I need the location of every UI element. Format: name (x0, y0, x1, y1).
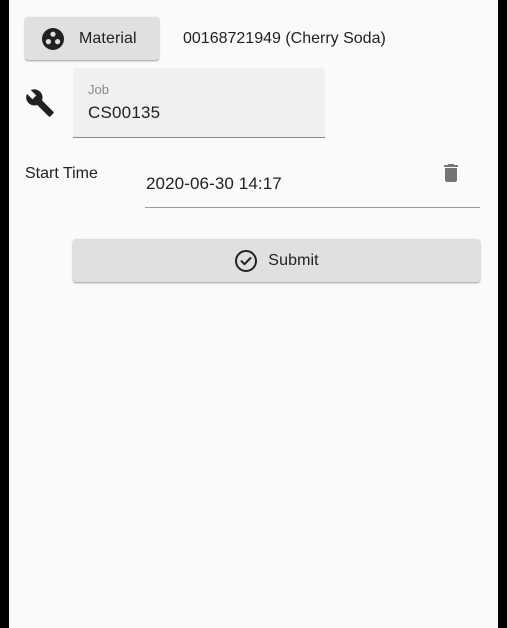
clear-start-time-button[interactable] (436, 160, 466, 190)
material-icon (41, 27, 65, 51)
trash-icon (439, 160, 463, 191)
start-time-value: 2020-06-30 14:17 (146, 174, 282, 193)
submit-button[interactable]: Submit (73, 239, 480, 282)
material-button[interactable]: Material (25, 17, 159, 60)
job-field-value: CS00135 (88, 103, 161, 122)
job-field-label: Job (88, 82, 109, 97)
submit-button-label: Submit (268, 251, 319, 269)
material-value: 00168721949 (Cherry Soda) (183, 30, 386, 47)
app-screen: Material 00168721949 (Cherry Soda) Job C… (9, 0, 498, 628)
wrench-icon (25, 88, 55, 118)
start-time-label: Start Time (25, 165, 98, 182)
check-circle-icon (234, 249, 258, 273)
start-time-field[interactable]: 2020-06-30 14:17 (145, 160, 480, 208)
job-field[interactable]: Job CS00135 (73, 68, 325, 138)
material-button-label: Material (79, 29, 137, 47)
